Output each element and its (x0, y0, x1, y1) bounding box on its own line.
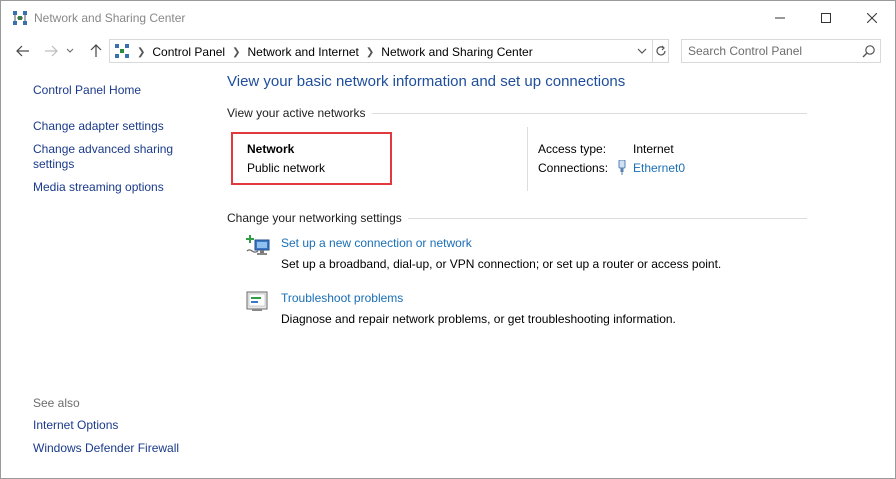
network-highlight-box (231, 132, 392, 185)
close-button[interactable] (849, 1, 895, 35)
breadcrumb-control-panel[interactable]: Control Panel (152, 45, 225, 59)
refresh-button[interactable] (652, 40, 668, 62)
ethernet-connection-link[interactable]: Ethernet0 (633, 161, 685, 175)
control-panel-icon (115, 44, 129, 58)
change-advanced-sharing-settings-link[interactable]: Change advanced sharing settings (33, 142, 183, 172)
window: Network and Sharing Center ❯ Control Pan… (0, 0, 896, 479)
recent-locations-button[interactable] (64, 41, 76, 61)
breadcrumb: ❯ Control Panel ❯ Network and Internet ❯… (137, 45, 533, 59)
chevron-down-icon (637, 48, 647, 54)
breadcrumb-network-and-internet[interactable]: Network and Internet (248, 45, 359, 59)
back-arrow-icon (16, 45, 29, 57)
minimize-icon (775, 17, 785, 19)
access-type-value: Internet (633, 142, 674, 156)
address-bar[interactable]: ❯ Control Panel ❯ Network and Internet ❯… (109, 39, 669, 63)
forward-button[interactable] (41, 41, 61, 61)
windows-defender-firewall-link[interactable]: Windows Defender Firewall (33, 441, 179, 456)
see-also-label: See also (33, 396, 80, 410)
active-networks-label: View your active networks (227, 106, 372, 120)
breadcrumb-separator[interactable]: ❯ (366, 47, 374, 58)
up-button[interactable] (86, 41, 106, 61)
troubleshoot-problems-link[interactable]: Troubleshoot problems (281, 291, 403, 305)
search-input[interactable] (688, 43, 858, 59)
connections-label: Connections: (538, 161, 609, 175)
address-dropdown-button[interactable] (636, 44, 650, 58)
minimize-button[interactable] (757, 1, 803, 35)
maximize-button[interactable] (803, 1, 849, 35)
breadcrumb-separator[interactable]: ❯ (137, 47, 145, 58)
change-settings-label: Change your networking settings (227, 211, 408, 225)
troubleshoot-icon (246, 291, 268, 311)
up-arrow-icon (90, 44, 102, 57)
internet-options-link[interactable]: Internet Options (33, 418, 118, 433)
control-panel-home-link[interactable]: Control Panel Home (33, 83, 141, 98)
access-type-label: Access type: (538, 142, 607, 156)
ethernet-icon (618, 160, 626, 175)
troubleshoot-problems-description: Diagnose and repair network problems, or… (281, 312, 676, 326)
window-title: Network and Sharing Center (34, 11, 186, 25)
search-icon[interactable] (862, 44, 876, 58)
media-streaming-options-link[interactable]: Media streaming options (33, 180, 164, 195)
maximize-icon (821, 13, 831, 23)
breadcrumb-network-and-sharing-center[interactable]: Network and Sharing Center (381, 45, 532, 59)
chevron-down-icon (66, 48, 74, 53)
title-bar: Network and Sharing Center (1, 1, 895, 35)
change-adapter-settings-link[interactable]: Change adapter settings (33, 119, 164, 134)
page-title: View your basic network information and … (227, 73, 626, 90)
forward-arrow-icon (45, 45, 58, 57)
new-connection-icon (246, 235, 270, 255)
breadcrumb-separator[interactable]: ❯ (232, 47, 240, 58)
network-name: Network (247, 142, 295, 156)
close-icon (867, 13, 877, 23)
setup-new-connection-description: Set up a broadband, dial-up, or VPN conn… (281, 257, 722, 271)
back-button[interactable] (13, 41, 33, 61)
network-icon (13, 11, 27, 25)
network-type-link[interactable]: Public network (247, 161, 325, 175)
refresh-icon (655, 45, 666, 56)
search-box[interactable] (681, 39, 881, 63)
setup-new-connection-link[interactable]: Set up a new connection or network (281, 236, 472, 250)
network-divider (527, 127, 528, 191)
